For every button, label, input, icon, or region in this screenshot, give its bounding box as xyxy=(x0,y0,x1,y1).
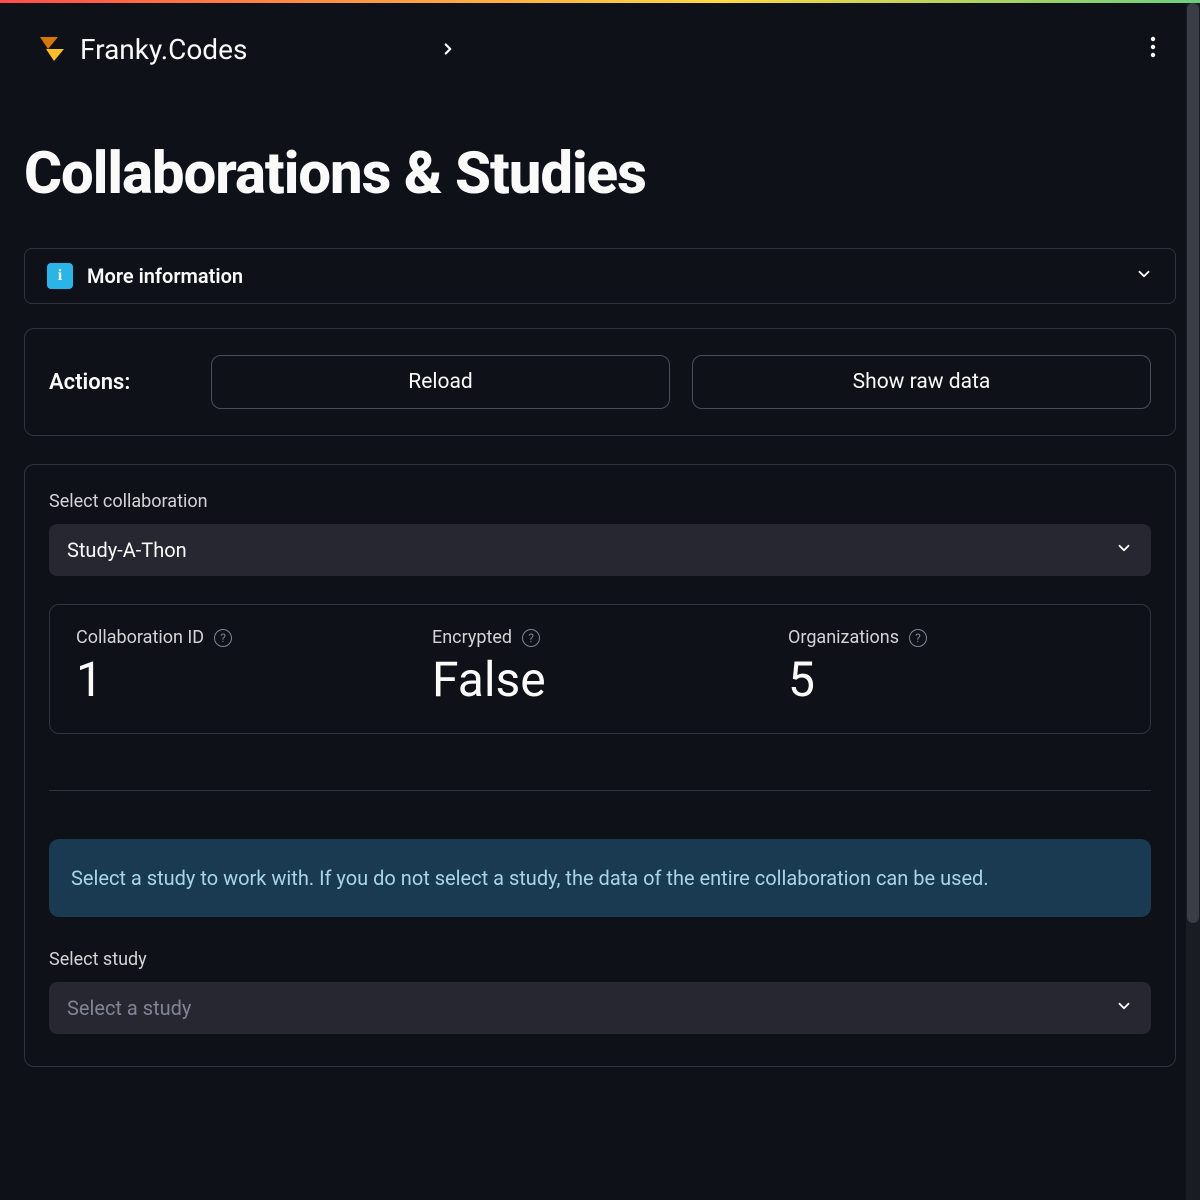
form-card: Select collaboration Study-A-Thon Collab… xyxy=(24,464,1176,1067)
chevron-down-icon xyxy=(1115,997,1133,1019)
chevron-down-icon xyxy=(1115,539,1133,561)
brand-text: Franky.Codes xyxy=(80,33,247,66)
metric-label: Encrypted xyxy=(432,627,512,648)
show-raw-data-button[interactable]: Show raw data xyxy=(692,355,1151,409)
select-study-label: Select study xyxy=(49,949,1151,970)
help-icon[interactable]: ? xyxy=(214,629,232,647)
scrollbar-thumb[interactable] xyxy=(1187,3,1199,923)
metrics-card: Collaboration ID ? 1 Encrypted ? False O… xyxy=(49,604,1151,734)
select-study[interactable]: Select a study xyxy=(49,982,1151,1034)
help-icon[interactable]: ? xyxy=(522,629,540,647)
divider xyxy=(49,790,1151,791)
metric-label: Collaboration ID xyxy=(76,627,204,648)
main-menu-icon[interactable] xyxy=(1142,28,1164,70)
expander-label: More information xyxy=(87,264,243,288)
more-info-expander[interactable]: i More information xyxy=(24,248,1176,304)
main-content: Collaborations & Studies i More informat… xyxy=(0,80,1200,1067)
metric-label: Organizations xyxy=(788,627,899,648)
info-banner: Select a study to work with. If you do n… xyxy=(49,839,1151,917)
metric-value: 1 xyxy=(76,654,412,707)
metric-value: False xyxy=(432,654,768,707)
metric-organizations: Organizations ? 5 xyxy=(788,627,1124,707)
gradient-bar xyxy=(0,0,1200,3)
reload-button[interactable]: Reload xyxy=(211,355,670,409)
metric-value: 5 xyxy=(788,654,1124,707)
info-icon: i xyxy=(47,263,73,289)
select-collaboration[interactable]: Study-A-Thon xyxy=(49,524,1151,576)
header: Franky.Codes xyxy=(0,0,1200,80)
actions-card: Actions: Reload Show raw data xyxy=(24,328,1176,436)
metric-encrypted: Encrypted ? False xyxy=(432,627,768,707)
page-title: Collaborations & Studies xyxy=(24,140,1176,208)
chevron-down-icon xyxy=(1135,265,1153,287)
actions-label: Actions: xyxy=(49,370,189,395)
select-collaboration-label: Select collaboration xyxy=(49,491,1151,512)
logo-icon xyxy=(36,33,68,65)
sidebar-toggle-icon[interactable] xyxy=(439,40,457,58)
select-study-placeholder: Select a study xyxy=(67,996,191,1020)
select-collaboration-value: Study-A-Thon xyxy=(67,538,187,562)
help-icon[interactable]: ? xyxy=(909,629,927,647)
metric-collaboration-id: Collaboration ID ? 1 xyxy=(76,627,412,707)
